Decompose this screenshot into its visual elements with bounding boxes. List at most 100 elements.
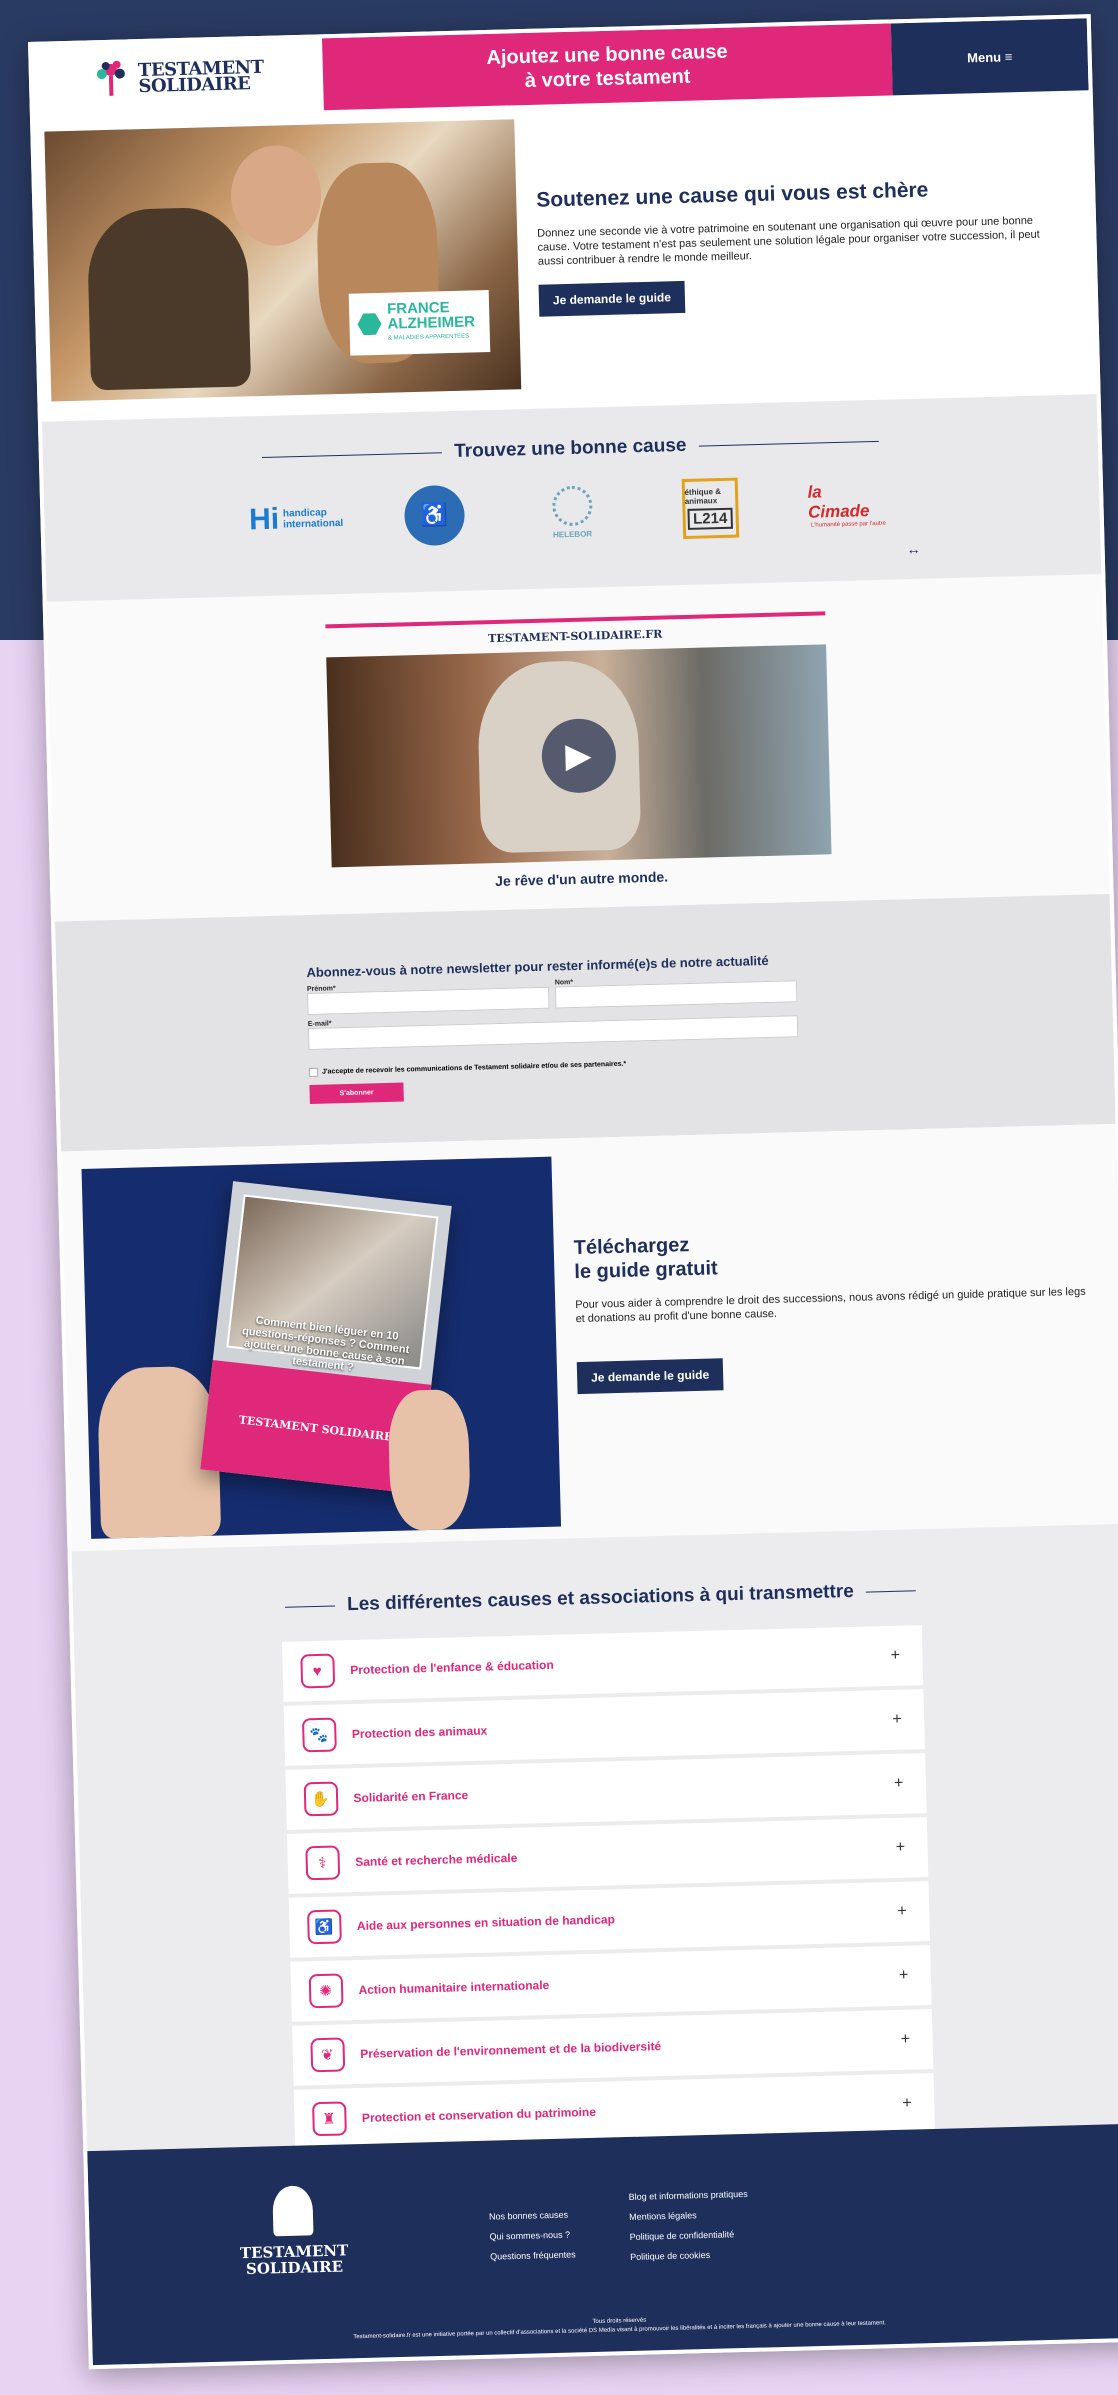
plus-icon[interactable]: + xyxy=(901,2031,911,2049)
tree-logo-icon xyxy=(97,60,126,96)
badge-text: FRANCE ALZHEIMER & MALADIES APPARENTÉES xyxy=(387,299,476,346)
cause-item-animaux[interactable]: 🐾 Protection des animaux + xyxy=(283,1689,925,1766)
plus-icon[interactable]: + xyxy=(894,1775,904,1793)
consent-label: J'accepte de recevoir les communications… xyxy=(321,1060,627,1076)
site-logo[interactable]: TESTAMENT SOLIDAIRE xyxy=(32,38,324,118)
find-cause-section: Trouvez une bonne cause Hi handicap inte… xyxy=(41,394,1102,602)
footer-logo[interactable]: TESTAMENT SOLIDAIRE xyxy=(238,2184,349,2279)
prenom-group: Prénom* xyxy=(307,980,550,1016)
footer-link[interactable]: Politique de confidentialité xyxy=(629,2224,749,2247)
menu-button[interactable]: Menu ≡ xyxy=(890,18,1089,96)
hand-shape xyxy=(387,1388,472,1532)
video-card: TESTAMENT-SOLIDAIRE.FR ▶ Je rêve d'un au… xyxy=(324,611,832,893)
cause-item-enfance[interactable]: ♥ Protection de l'enfance & éducation + xyxy=(281,1625,923,1702)
logo-la-cimade[interactable]: la Cimade L'humanité passe par l'autre xyxy=(807,474,889,536)
hi-text: handicap international xyxy=(282,507,344,531)
wheelchair-dog-icon: ♿ xyxy=(403,484,465,547)
plus-icon[interactable]: + xyxy=(890,1647,900,1665)
header-banner[interactable]: Ajoutez une bonne cause à votre testamen… xyxy=(322,23,893,111)
find-cause-title: Trouvez une bonne cause xyxy=(453,434,687,462)
footer-link[interactable]: Questions fréquentes xyxy=(490,2244,576,2266)
heart-hand-icon: ♥ xyxy=(299,1653,335,1689)
logo-bulle-dorée[interactable]: ♿ xyxy=(393,484,475,547)
video-caption: Je rêve d'un autre monde. xyxy=(494,868,669,890)
logo-handicap-international[interactable]: Hi handicap international xyxy=(249,488,344,550)
name-row: Prénom* Nom* xyxy=(307,973,798,1016)
guide-text: Téléchargez le guide gratuit Pour vous a… xyxy=(551,1142,1118,1539)
footer-link[interactable]: Politique de cookies xyxy=(630,2244,750,2267)
hero-section: FRANCE ALZHEIMER & MALADIES APPARENTÉES … xyxy=(33,90,1097,422)
divider-line xyxy=(865,1589,916,1593)
globe-people-icon: ✺ xyxy=(308,1973,344,2009)
hero-paragraph: Donnez une seconde vie à votre patrimoin… xyxy=(537,214,1040,268)
cause-item-solidarite[interactable]: ✋ Solidarité en France + xyxy=(284,1753,927,1830)
cimade-sub: L'humanité passe par l'autre xyxy=(810,520,886,529)
hero-title: Soutenez une cause qui vous est chère xyxy=(536,178,929,212)
guide-section: Comment bien léguer en 10 questions-répo… xyxy=(61,1123,1118,1552)
logo-line-2: SOLIDAIRE xyxy=(138,73,251,98)
email-group: E-mail* xyxy=(308,1008,799,1051)
footer-links-col-1: Nos bonnes causes Qui sommes-nous ? Ques… xyxy=(489,2204,576,2266)
website-page: TESTAMENT SOLIDAIRE Ajoutez une bonne ca… xyxy=(28,14,1118,2370)
cimade-text: la Cimade xyxy=(807,482,870,522)
request-guide-button[interactable]: Je demande le guide xyxy=(538,280,686,317)
cause-label: Protection des animaux xyxy=(351,1723,488,1742)
cause-item-environnement[interactable]: ❦ Préservation de l'environnement et de … xyxy=(291,2009,933,2086)
footer-copyright: Tous droits réservés Testament-solidaire… xyxy=(92,2303,1118,2349)
footer-links-col-2: Blog et informations pratiques Mentions … xyxy=(628,2184,749,2267)
guide-request-button[interactable]: Je demande le guide xyxy=(576,1358,724,1395)
guide-paragraph: Pour vous aider à comprendre le droit de… xyxy=(575,1285,1086,1326)
cause-item-sante[interactable]: ⚕ Santé et recherche médicale + xyxy=(286,1817,928,1894)
plus-icon[interactable]: + xyxy=(902,2095,912,2113)
cause-label: Aide aux personnes en situation de handi… xyxy=(356,1912,616,1934)
cause-label: Protection et conservation du patrimoine xyxy=(361,2104,597,2125)
cause-label: Action humanitaire internationale xyxy=(358,1978,550,1998)
footer-link[interactable]: Nos bonnes causes xyxy=(489,2204,575,2226)
helebor-ring-icon xyxy=(551,484,593,526)
plus-icon[interactable]: + xyxy=(895,1839,905,1857)
cause-label: Préservation de l'environnement et de la… xyxy=(360,2039,662,2061)
consent-row: J'accepte de recevoir les communications… xyxy=(308,1047,1114,1077)
plus-icon[interactable]: + xyxy=(897,1903,907,1921)
newsletter-section: Abonnez-vous à notre newsletter pour res… xyxy=(55,893,1116,1152)
hero-photo-shape xyxy=(86,206,252,391)
divider-line xyxy=(262,451,443,458)
footer-logo-line-2: SOLIDAIRE xyxy=(245,2257,344,2279)
l214-text: L214 xyxy=(687,507,733,530)
cause-item-handicap[interactable]: ♿ Aide aux personnes en situation de han… xyxy=(288,1881,930,1958)
consent-checkbox[interactable] xyxy=(308,1067,319,1077)
cause-label: Solidarité en France xyxy=(353,1788,469,1806)
microscope-icon: ⚕ xyxy=(304,1845,340,1881)
video-player[interactable]: ▶ xyxy=(325,644,832,868)
badge-line-2: ALZHEIMER xyxy=(387,312,476,333)
cause-logos-carousel: Hi handicap international ♿ HELEBOR éthi… xyxy=(44,468,1100,556)
hero-image: FRANCE ALZHEIMER & MALADIES APPARENTÉES xyxy=(44,119,522,402)
l214-top: éthique & animaux xyxy=(684,487,722,506)
logo-l214[interactable]: éthique & animaux L214 xyxy=(669,477,751,540)
badge-sub: & MALADIES APPARENTÉES xyxy=(387,333,470,342)
menu-label: Menu ≡ xyxy=(966,48,1013,65)
hero-text: Soutenez une cause qui vous est chère Do… xyxy=(514,104,1096,409)
plant-hands-icon: ❦ xyxy=(309,2037,345,2073)
paw-icon: 🐾 xyxy=(301,1717,337,1753)
plus-icon[interactable]: + xyxy=(892,1711,902,1729)
divider-line xyxy=(285,1604,336,1608)
plus-icon[interactable]: + xyxy=(899,1967,909,1985)
divider-line xyxy=(698,440,879,447)
guide-image: Comment bien léguer en 10 questions-répo… xyxy=(81,1156,562,1539)
hands-icon: ✋ xyxy=(303,1781,339,1817)
helebor-text: HELEBOR xyxy=(552,528,593,539)
nom-group: Nom* xyxy=(555,973,798,1009)
logo-helebor[interactable]: HELEBOR xyxy=(531,481,613,543)
causes-title: Les différentes causes et associations à… xyxy=(346,1580,855,1616)
guide-title: Téléchargez le guide gratuit xyxy=(573,1223,1089,1284)
subscribe-button[interactable]: S'abonner xyxy=(309,1082,404,1104)
cause-label: Protection de l'enfance & éducation xyxy=(350,1657,554,1678)
carousel-arrows-icon[interactable]: ↔ xyxy=(906,541,920,557)
logo-text: TESTAMENT SOLIDAIRE xyxy=(138,57,264,98)
france-alzheimer-badge: FRANCE ALZHEIMER & MALADIES APPARENTÉES xyxy=(348,290,491,356)
footer-link[interactable]: Blog et informations pratiques xyxy=(628,2184,748,2207)
footer-link[interactable]: Qui sommes-nous ? xyxy=(489,2224,575,2246)
cause-item-humanitaire[interactable]: ✺ Action humanitaire internationale + xyxy=(289,1945,932,2022)
video-section: TESTAMENT-SOLIDAIRE.FR ▶ Je rêve d'un au… xyxy=(46,574,1110,922)
